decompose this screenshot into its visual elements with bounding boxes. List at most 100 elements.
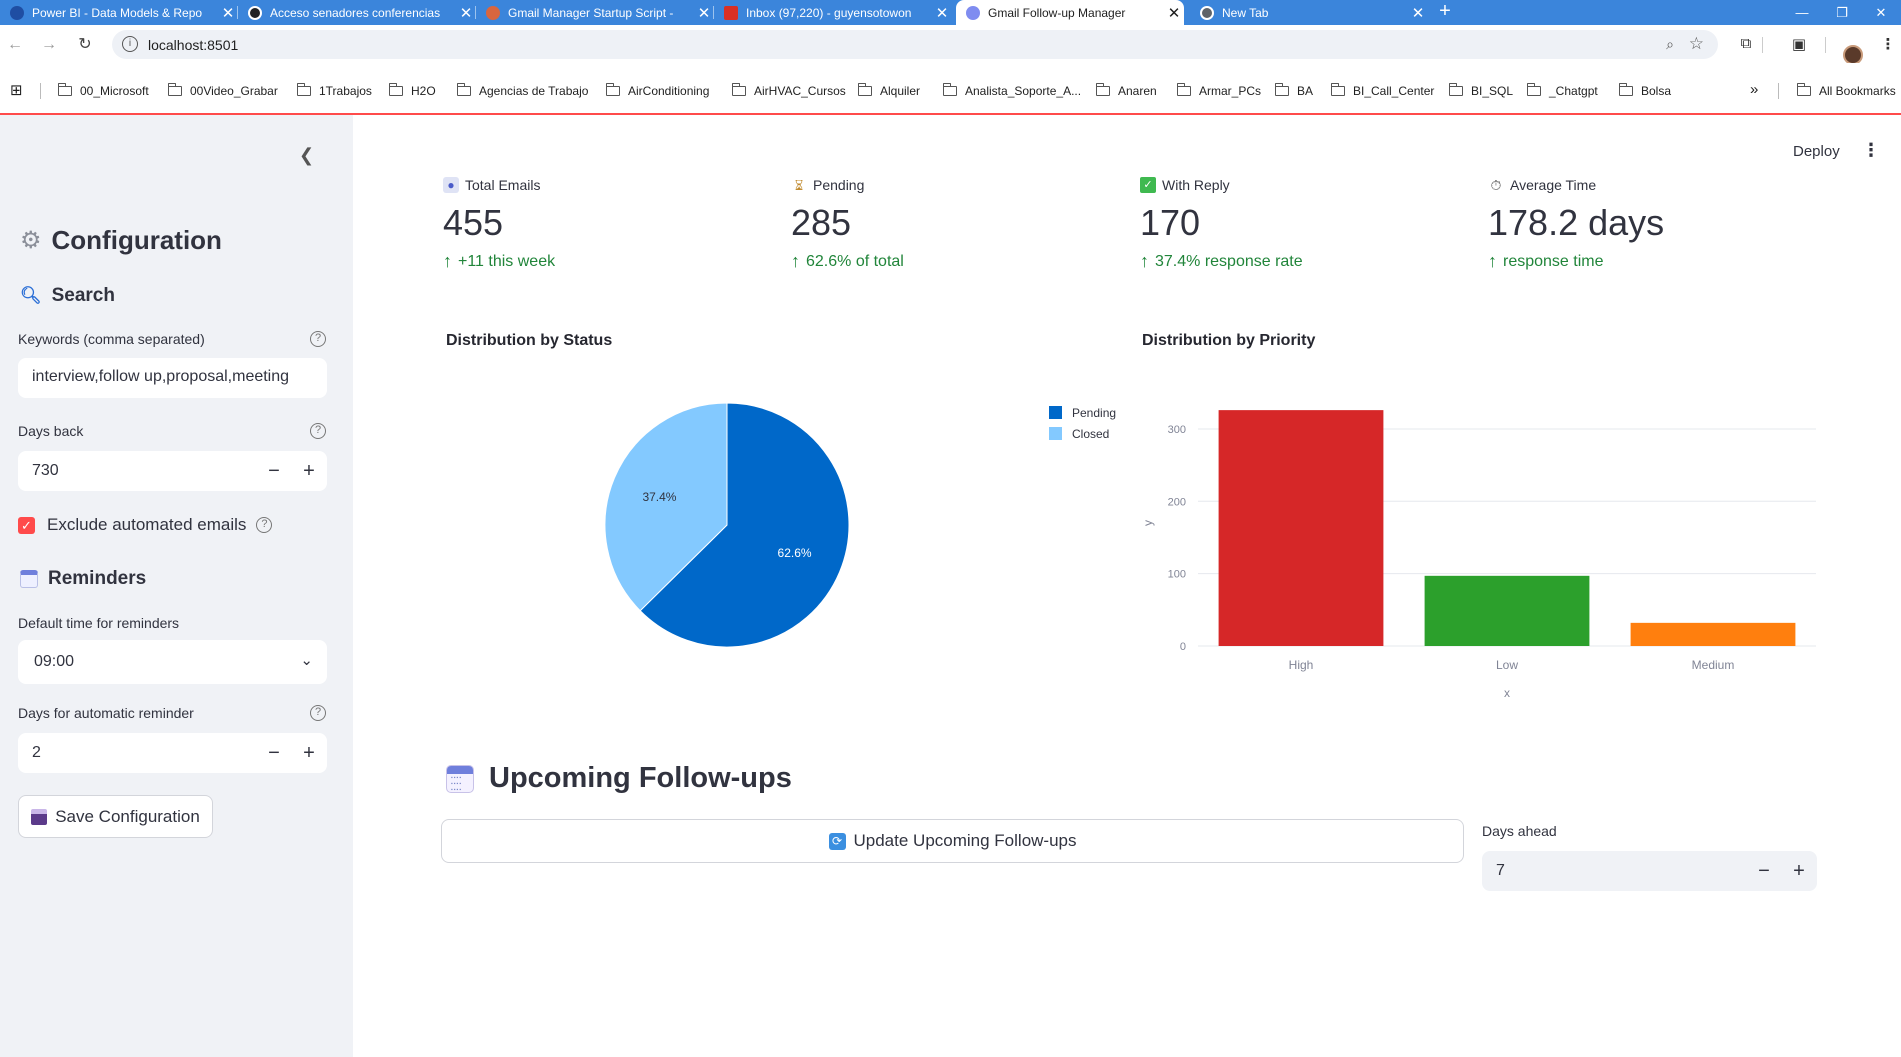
- folder-icon: [1176, 83, 1191, 96]
- floppy-disk-icon: [31, 808, 48, 825]
- main-menu-icon[interactable]: ⋮: [1862, 140, 1880, 161]
- restore-icon[interactable]: ❐: [1822, 0, 1862, 25]
- profile-avatar[interactable]: [1843, 45, 1863, 65]
- zoom-icon[interactable]: ⌕: [1666, 36, 1674, 53]
- screen-search-icon[interactable]: ▣: [1789, 35, 1809, 55]
- increment-button[interactable]: +: [297, 457, 321, 485]
- auto-days-stepper[interactable]: 2 − +: [18, 733, 327, 773]
- bookmark-folder[interactable]: H2O: [388, 83, 436, 98]
- back-arrow-icon[interactable]: ←: [4, 34, 26, 56]
- legend-swatch[interactable]: [1049, 406, 1062, 419]
- arrow-up-icon: ↑: [1140, 251, 1149, 271]
- bookmark-folder[interactable]: 00_Microsoft: [57, 83, 149, 98]
- bar-high[interactable]: [1218, 410, 1384, 646]
- help-icon[interactable]: ?: [310, 705, 326, 721]
- help-icon[interactable]: ?: [310, 423, 326, 439]
- bookmark-folder[interactable]: 1Trabajos: [296, 83, 372, 98]
- all-bookmarks[interactable]: All Bookmarks: [1796, 83, 1896, 98]
- reload-icon[interactable]: ↻: [74, 34, 96, 56]
- close-window-icon[interactable]: ✕: [1861, 0, 1901, 25]
- bookmark-folder[interactable]: 00Video_Grabar: [167, 83, 278, 98]
- bookmark-folder[interactable]: Analista_Soporte_A...: [942, 83, 1081, 98]
- site-info-icon[interactable]: i: [122, 36, 138, 52]
- days-ahead-stepper[interactable]: 7 − +: [1482, 851, 1817, 891]
- close-icon[interactable]: ✕: [1164, 4, 1184, 22]
- new-tab-plus-icon[interactable]: +: [1434, 0, 1456, 25]
- bookmark-folder[interactable]: _Chatgpt: [1526, 83, 1598, 98]
- metric-value: 178.2 days: [1488, 202, 1665, 243]
- bookmark-folder[interactable]: Agencias de Trabajo: [456, 83, 588, 98]
- bookmark-star-icon[interactable]: ☆: [1689, 34, 1704, 54]
- close-icon[interactable]: ✕: [218, 4, 238, 22]
- decrement-button[interactable]: −: [1752, 857, 1776, 885]
- bookmark-folder[interactable]: Armar_PCs: [1176, 83, 1261, 98]
- omnibox[interactable]: i localhost:8501 ⌕ ☆: [112, 30, 1718, 59]
- auto-days-label: Days for automatic reminder: [18, 705, 194, 721]
- bookmark-folder[interactable]: AirHVAC_Cursos: [731, 83, 846, 98]
- folder-icon: [605, 83, 620, 96]
- metric-total-emails: ● Total Emails 455 ↑ +11 this week: [443, 175, 555, 272]
- tab-gmail-follow-up-manager[interactable]: Gmail Follow-up Manager ✕: [956, 0, 1184, 25]
- email-icon: ●: [443, 177, 459, 193]
- forward-arrow-icon[interactable]: →: [38, 34, 60, 56]
- bookmark-folder[interactable]: Anaren: [1095, 83, 1157, 98]
- y-tick-label: 300: [1168, 424, 1186, 436]
- keywords-input[interactable]: interview,follow up,proposal,meeting: [18, 358, 327, 398]
- close-icon[interactable]: ✕: [1408, 4, 1428, 22]
- metric-delta: ↑ +11 this week: [443, 251, 556, 271]
- exclude-automated-checkbox[interactable]: ✓ Exclude automated emails ?: [18, 515, 273, 535]
- increment-button[interactable]: +: [297, 739, 321, 767]
- bookmark-folder[interactable]: BA: [1274, 83, 1313, 98]
- increment-button[interactable]: +: [1787, 857, 1811, 885]
- collapse-sidebar-icon[interactable]: ❮: [299, 145, 314, 166]
- x-tick-label: High: [1289, 658, 1314, 672]
- close-icon[interactable]: ✕: [456, 4, 476, 22]
- help-icon[interactable]: ?: [310, 331, 326, 347]
- extensions-icon[interactable]: ⧉: [1736, 35, 1756, 55]
- days-ahead-label: Days ahead: [1482, 823, 1557, 839]
- more-bookmarks-icon[interactable]: »: [1750, 81, 1758, 98]
- legend-label[interactable]: Pending: [1072, 406, 1116, 420]
- auto-days-value[interactable]: 2: [32, 744, 41, 762]
- folder-icon: [1796, 83, 1811, 96]
- update-upcoming-button[interactable]: ⟳ Update Upcoming Follow-ups: [441, 819, 1464, 863]
- browser-menu-icon[interactable]: ⋮: [1878, 35, 1898, 55]
- folder-icon: [57, 83, 72, 96]
- decrement-button[interactable]: −: [262, 739, 286, 767]
- bar-medium[interactable]: [1630, 622, 1796, 646]
- days-back-value[interactable]: 730: [32, 462, 59, 480]
- checkbox-checked-icon[interactable]: ✓: [18, 516, 35, 534]
- tab-gmail-startup-script[interactable]: Gmail Manager Startup Script - ✕: [476, 0, 714, 25]
- bookmark-folder[interactable]: BI_SQL: [1448, 83, 1513, 98]
- folder-icon: [167, 83, 182, 96]
- tab-new-tab[interactable]: New Tab ✕: [1190, 0, 1428, 25]
- minimize-icon[interactable]: —: [1782, 0, 1822, 25]
- streamlit-favicon-icon: [966, 5, 980, 20]
- reminders-header: Reminders: [20, 568, 146, 590]
- bookmark-folder[interactable]: AirConditioning: [605, 83, 709, 98]
- days-back-stepper[interactable]: 730 − +: [18, 451, 327, 491]
- bookmark-folder[interactable]: Alquiler: [857, 83, 920, 98]
- help-icon[interactable]: ?: [256, 517, 273, 533]
- url-text[interactable]: localhost:8501: [148, 37, 238, 53]
- tab-power-bi[interactable]: Power BI - Data Models & Repo ✕: [0, 0, 238, 25]
- tab-acceso-senadores[interactable]: Acceso senadores conferencias ✕: [238, 0, 476, 25]
- deploy-button[interactable]: Deploy: [1793, 143, 1840, 160]
- metric-delta: ↑ 62.6% of total: [791, 251, 904, 271]
- decrement-button[interactable]: −: [262, 457, 286, 485]
- save-configuration-button[interactable]: Save Configuration: [18, 795, 213, 838]
- legend-label[interactable]: Closed: [1072, 427, 1109, 441]
- bar-low[interactable]: [1424, 575, 1590, 646]
- days-ahead-value[interactable]: 7: [1496, 862, 1505, 880]
- folder-icon: [296, 83, 311, 96]
- default-time-select[interactable]: 09:00 ⌄: [18, 640, 327, 684]
- pie-slice-label: 62.6%: [778, 546, 812, 560]
- close-icon[interactable]: ✕: [932, 4, 952, 22]
- close-icon[interactable]: ✕: [694, 4, 714, 22]
- bookmark-folder[interactable]: Bolsa: [1618, 83, 1671, 98]
- bookmark-folder[interactable]: BI_Call_Center: [1330, 83, 1434, 98]
- apps-grid-icon[interactable]: ⊞: [10, 81, 23, 99]
- legend-swatch[interactable]: [1049, 427, 1062, 440]
- tab-title: Inbox (97,220) - guyensotowon: [746, 5, 912, 20]
- tab-gmail-inbox[interactable]: Inbox (97,220) - guyensotowon ✕: [714, 0, 952, 25]
